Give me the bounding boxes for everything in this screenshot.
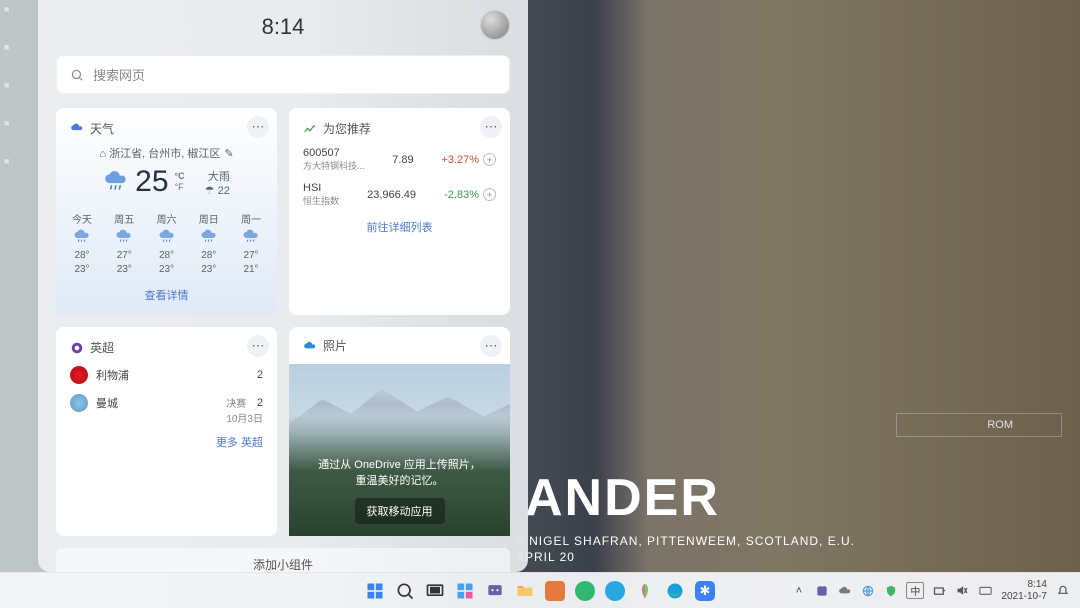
stocks-more-button[interactable]: ⋯ [480,116,502,138]
photos-more-button[interactable]: ⋯ [480,335,502,357]
taskbar: ✱ ˄ 中 8:14 2021-10-7 [0,572,1080,608]
search-placeholder: 搜索网页 [93,65,145,84]
stock-row[interactable]: 600507方大特钢科技... 7.89 +3.27%+ [303,147,496,172]
liverpool-badge [70,366,88,384]
mancity-badge [70,394,88,412]
forecast-day[interactable]: 今天28°23° [72,211,92,275]
add-widget-button[interactable]: 添加小组件 [56,548,510,572]
app-icon-4[interactable]: ✱ [692,578,718,604]
app-icon-1[interactable] [542,578,568,604]
app-icon-2[interactable] [602,578,628,604]
weather-details-link[interactable]: 查看详情 [70,287,263,303]
sports-title: 英超 [90,339,114,356]
onedrive-icon [303,339,317,353]
rom-label: ROM [896,413,1062,437]
forecast-day[interactable]: 周五27°23° [114,211,134,275]
photos-title: 照片 [323,337,347,354]
chat-button[interactable] [482,578,508,604]
profile-avatar[interactable] [480,10,510,40]
weather-title: 天气 [90,120,114,137]
taskbar-clock[interactable]: 8:14 2021-10-7 [1001,579,1047,602]
app-icon-3[interactable] [632,578,658,604]
tray-app-icon[interactable] [814,583,829,598]
system-tray: ˄ 中 8:14 2021-10-7 [791,579,1070,602]
add-stock-icon[interactable]: + [483,188,496,201]
sports-more-button[interactable]: ⋯ [247,335,269,357]
keyboard-icon[interactable] [978,583,993,598]
stocks-details-link[interactable]: 前往详细列表 [303,219,496,235]
photos-hero: 通过从 OneDrive 应用上传照片， 重温美好的记忆。 获取移动应用 [289,364,510,536]
forecast-day[interactable]: 周一27°21° [241,211,261,275]
stock-row[interactable]: HSI恒生指数 23,966.49 -2.83%+ [303,182,496,207]
add-stock-icon[interactable]: + [483,153,496,166]
taskbar-center: ✱ [362,578,718,604]
forecast-day[interactable]: 周六28°23° [157,211,177,275]
widgets-panel: 8:14 搜索网页 天气 ⋯ ⌂ 浙江省, 台州市, 椒江区✎ 25 °C°F [38,0,528,572]
task-view-button[interactable] [422,578,448,604]
search-icon [70,68,84,82]
forecast-day[interactable]: 周日28°23° [199,211,219,275]
weather-card-icon [70,122,84,136]
weather-card[interactable]: 天气 ⋯ ⌂ 浙江省, 台州市, 椒江区✎ 25 °C°F 大雨 ☂ 22 今天… [56,108,277,315]
network-icon[interactable] [932,583,947,598]
search-button[interactable] [392,578,418,604]
rain-icon [103,169,129,195]
start-button[interactable] [362,578,388,604]
desktop-shortcuts: ■■■■■ [4,4,9,166]
tray-globe-icon[interactable] [860,583,875,598]
browser-360-icon[interactable] [572,578,598,604]
edge-icon[interactable] [662,578,688,604]
sports-card[interactable]: 英超 ⋯ 利物浦 2 曼城 2 决赛 10月3日 更多 英超 [56,327,277,536]
tray-shield-icon[interactable] [883,583,898,598]
widgets-clock: 8:14 [262,14,305,44]
get-mobile-app-button[interactable]: 获取移动应用 [355,498,445,524]
search-input[interactable]: 搜索网页 [56,55,510,94]
sports-more-link[interactable]: 更多 英超 [70,434,263,450]
team-row: 利物浦 2 [70,366,263,384]
stocks-card[interactable]: 为您推荐 ⋯ 600507方大特钢科技... 7.89 +3.27%+ HSI恒… [289,108,510,315]
photos-card[interactable]: 照片 ⋯ 通过从 OneDrive 应用上传照片， 重温美好的记忆。 获取移动应… [289,327,510,536]
wallpaper-title: ANDER [525,468,720,528]
condition-text: 大雨 [205,168,230,184]
wallpaper-subtitle-1: Y NIGEL SHAFRAN, PITTENWEEM, SCOTLAND, E… [516,534,855,548]
league-icon [70,341,84,355]
edit-location-icon[interactable]: ✎ [224,148,233,160]
stocks-title: 为您推荐 [323,120,371,137]
tray-chevron-icon[interactable]: ˄ [791,583,806,598]
ime-indicator[interactable]: 中 [906,582,924,599]
temperature: 25 [135,165,168,199]
weather-more-button[interactable]: ⋯ [247,116,269,138]
notifications-icon[interactable] [1055,583,1070,598]
volume-icon[interactable] [955,583,970,598]
widgets-button[interactable] [452,578,478,604]
weather-location[interactable]: ⌂ 浙江省, 台州市, 椒江区✎ [70,145,263,161]
explorer-icon[interactable] [512,578,538,604]
tray-cloud-icon[interactable] [837,583,852,598]
stocks-icon [303,122,317,136]
forecast-row: 今天28°23° 周五27°23° 周六28°23° 周日28°23° 周一27°21° [70,211,263,275]
